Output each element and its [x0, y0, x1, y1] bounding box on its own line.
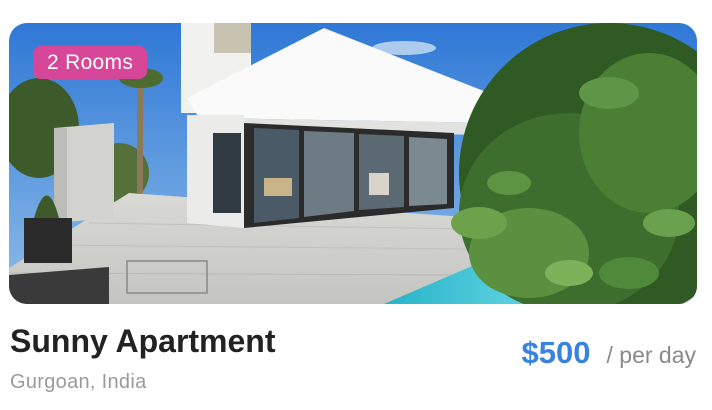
- listing-card[interactable]: 2 Rooms Sunny Apartment Gurgoan, India $…: [0, 0, 712, 410]
- rooms-badge: 2 Rooms: [33, 46, 148, 79]
- listing-price: $500: [521, 335, 591, 370]
- listing-location: Gurgoan, India: [10, 371, 147, 393]
- price-row: $500 / per day: [522, 333, 696, 375]
- price-period: / per day: [606, 342, 697, 368]
- listing-title[interactable]: Sunny Apartment: [10, 321, 276, 361]
